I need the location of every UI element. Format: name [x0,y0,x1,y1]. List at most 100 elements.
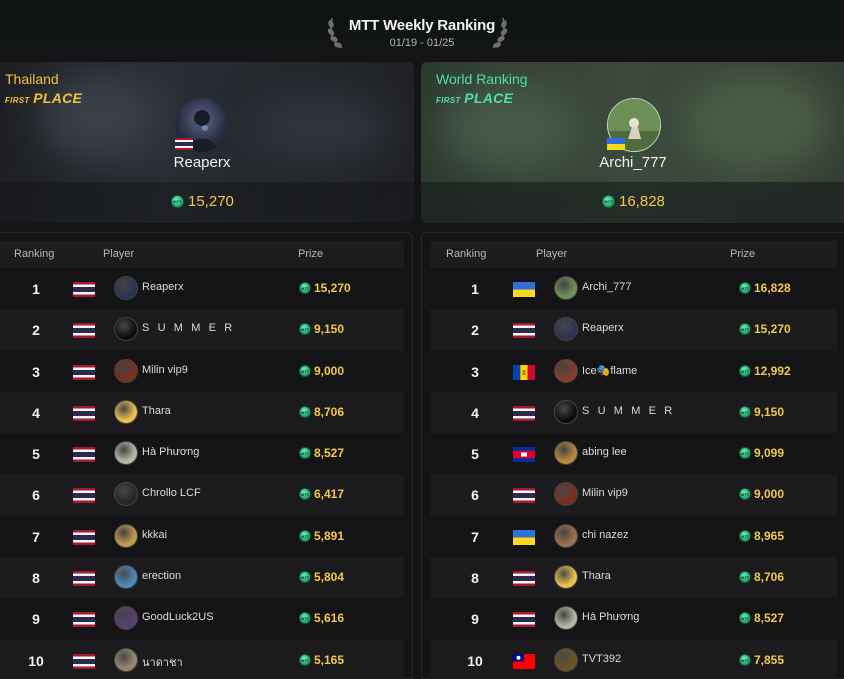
table-row[interactable]: 1 Archi_777 16,828 [430,268,837,309]
table-row[interactable]: 10 นาดาชา 5,165 [0,639,404,679]
avatar[interactable] [554,399,578,424]
table-row[interactable]: 5 Hà Phương 8,527 [0,433,404,474]
table-row[interactable]: 10 TVT392 7,855 [430,639,837,679]
moldova-flag-icon [513,364,535,380]
avatar[interactable] [554,276,578,300]
avatar[interactable] [554,482,578,507]
player-name[interactable]: Milin vip9 [582,487,628,499]
player-name[interactable]: Hà Phương [582,611,639,623]
avatar[interactable] [554,358,578,383]
player-name[interactable]: erection [142,570,181,582]
avatar[interactable] [554,441,578,466]
prize-amount: 9,150 [299,322,344,336]
player-name[interactable]: chi nazez [582,529,628,541]
mtt-coin-icon [739,282,751,294]
table-row[interactable]: 6 Chrollo LCF 6,417 [0,474,404,516]
table-row[interactable]: 6 Milin vip9 9,000 [430,474,837,516]
table-row[interactable]: 8 erection 5,804 [0,557,404,599]
player-name[interactable]: GoodLuck2US [142,611,214,623]
ranking-column-header: Ranking [14,248,55,260]
player-name[interactable]: Hà Phương [142,446,199,458]
prize-column-header: Prize [730,248,756,260]
player-name[interactable]: Thara [582,570,611,582]
player-name[interactable]: Chrollo LCF [142,487,201,499]
local-winner-card[interactable]: Thailand FIRST PLACE Reaperx 15,270 [0,62,414,223]
prize-amount: 12,992 [739,364,791,378]
player-name[interactable]: Reaperx [582,322,624,334]
avatar[interactable] [554,606,578,631]
table-row[interactable]: 5 abing lee 9,099 [430,433,837,474]
thailand-flag-icon [513,405,535,421]
avatar[interactable] [114,565,138,590]
avatar[interactable] [114,606,138,631]
thailand-flag-icon [73,653,95,669]
player-name[interactable]: Thara [142,405,171,417]
player-name[interactable]: Ice🎭flame [582,364,637,377]
ukraine-flag-icon [513,282,535,297]
mtt-coin-icon [299,653,311,666]
table-row[interactable]: 4 S U M M E R 9,150 [430,391,837,434]
table-row[interactable]: 3 Ice🎭flame 12,992 [430,351,837,392]
avatar[interactable] [114,482,138,507]
table-row[interactable]: 4 Thara 8,706 [0,391,404,434]
mtt-coin-icon [299,447,311,460]
thailand-flag-icon [73,571,95,587]
winner-name[interactable]: Archi_777 [573,154,693,171]
table-row[interactable]: 8 Thara 8,706 [430,557,837,599]
mtt-coin-icon [739,323,751,336]
player-name[interactable]: kkkai [142,529,167,541]
prize-amount: 8,706 [739,570,784,584]
avatar[interactable] [554,565,578,590]
rank-number: 1 [32,281,40,297]
table-row[interactable]: 2 Reaperx 15,270 [430,309,837,351]
player-name[interactable]: Reaperx [142,281,184,293]
table-row[interactable]: 2 S U M M E R 9,150 [0,309,404,351]
prize-amount: 6,417 [299,487,344,501]
winner-name[interactable]: Reaperx [142,154,262,171]
mtt-coin-icon [299,529,311,542]
avatar[interactable] [114,276,138,300]
table-row[interactable]: 7 chi nazez 8,965 [430,516,837,557]
avatar[interactable] [554,317,578,342]
avatar[interactable] [114,523,138,548]
thailand-flag-icon [73,529,95,545]
prize-amount: 8,527 [299,446,344,460]
player-name[interactable]: นาดาชา [142,653,183,671]
thailand-flag-icon [175,138,193,150]
player-name[interactable]: abing lee [582,446,627,458]
prize-amount: 9,000 [739,487,784,501]
player-name[interactable]: S U M M E R [142,322,235,334]
player-name[interactable]: S U M M E R [582,405,675,417]
avatar[interactable] [554,523,578,548]
thailand-flag-icon [513,323,535,339]
prize-amount: 15,270 [739,322,791,336]
table-row[interactable]: 9 Hà Phương 8,527 [430,598,837,639]
rank-number: 8 [471,570,479,587]
mtt-coin-icon [299,488,311,501]
prize-amount: 9,150 [739,405,784,419]
mtt-coin-icon [739,571,751,584]
player-name[interactable]: Archi_777 [582,281,632,293]
rank-number: 5 [471,446,479,463]
table-row[interactable]: 1 Reaperx 15,270 [0,268,404,309]
avatar[interactable] [114,441,138,466]
player-name[interactable]: Milin vip9 [142,364,188,376]
cambodia-flag-icon [513,447,535,463]
player-name[interactable]: TVT392 [582,653,621,665]
prize-amount: 15,270 [299,281,351,295]
table-row[interactable]: 3 Milin vip9 9,000 [0,351,404,392]
avatar[interactable] [114,647,138,672]
world-winner-card[interactable]: World Ranking FIRST PLACE Archi_777 16,8… [421,62,844,223]
table-row[interactable]: 9 GoodLuck2US 5,616 [0,598,404,639]
avatar[interactable] [114,399,138,424]
avatar[interactable] [554,647,578,672]
prize-amount: 5,616 [299,611,344,625]
rank-number: 7 [471,528,479,545]
avatar[interactable] [114,317,138,342]
local-region-label: Thailand [5,71,59,87]
mtt-coin-icon [299,612,311,625]
first-place-badge: FIRST PLACE [5,90,83,106]
avatar[interactable] [114,358,138,383]
table-row[interactable]: 7 kkkai 5,891 [0,516,404,557]
thailand-flag-icon [513,571,535,587]
